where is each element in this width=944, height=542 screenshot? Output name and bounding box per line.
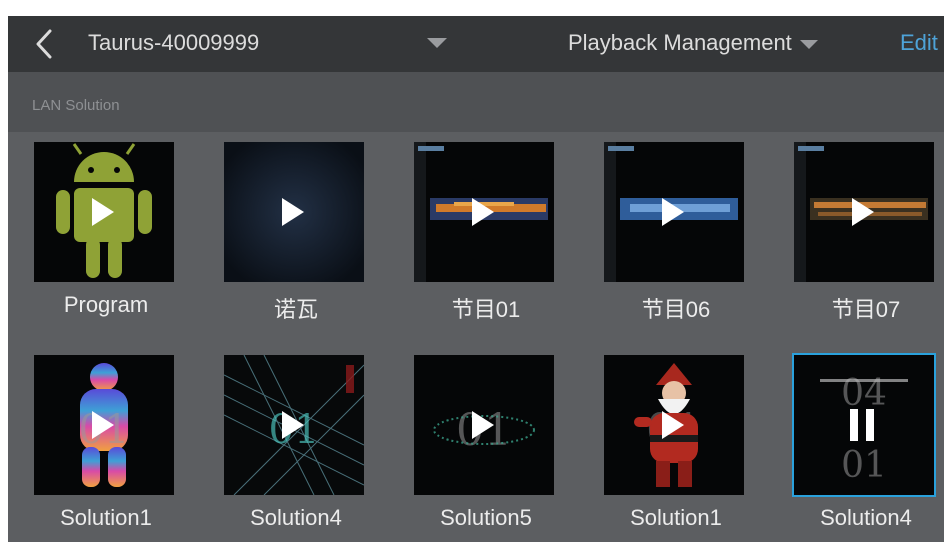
play-icon[interactable] — [852, 198, 874, 226]
program-01-thumbnail[interactable] — [414, 142, 554, 282]
app-window: Taurus-40009999 Playback Management Edit… — [8, 16, 944, 542]
tile-label: Solution1 — [60, 505, 152, 530]
tile-label: 诺瓦 — [273, 297, 318, 322]
section-title: LAN Solution — [32, 97, 120, 114]
pause-icon[interactable] — [850, 409, 876, 441]
device-dropdown-icon[interactable] — [427, 38, 447, 48]
program-thumbnail[interactable] — [34, 142, 174, 282]
play-icon[interactable] — [282, 198, 304, 226]
playback-management-menu[interactable]: Playback Management — [568, 30, 818, 56]
back-button[interactable] — [28, 28, 60, 60]
play-icon[interactable] — [472, 411, 494, 439]
solution1-thumbnail[interactable]: 01 — [34, 355, 174, 495]
program-07-thumbnail[interactable] — [794, 142, 934, 282]
chevron-left-icon — [36, 29, 52, 59]
device-name: Taurus-40009999 — [88, 30, 260, 55]
top-bar: Taurus-40009999 Playback Management Edit — [8, 16, 944, 72]
tile-label: 节目07 — [831, 297, 901, 322]
play-icon[interactable] — [472, 198, 494, 226]
play-icon[interactable] — [282, 411, 304, 439]
tile-label: 节目01 — [451, 297, 521, 322]
play-icon[interactable] — [662, 198, 684, 226]
play-icon[interactable] — [92, 198, 114, 226]
solution4-selected-thumbnail[interactable]: 04 01 — [792, 353, 936, 497]
tile-label: Program — [63, 292, 149, 317]
solution4-thumbnail[interactable]: 01 — [224, 355, 364, 495]
tile-label: Solution4 — [250, 505, 342, 530]
tile-label: Solution1 — [630, 505, 722, 530]
program-06-thumbnail[interactable] — [604, 142, 744, 282]
play-icon[interactable] — [662, 411, 684, 439]
svg-text:01: 01 — [841, 445, 887, 486]
solution1-b-thumbnail[interactable]: 01 — [604, 355, 744, 495]
section-header: LAN Solution — [8, 72, 944, 132]
tile-label: Solution4 — [820, 505, 912, 530]
tile-label: Solution5 — [440, 505, 532, 530]
edit-button[interactable]: Edit — [900, 30, 938, 56]
caret-down-icon — [799, 39, 818, 49]
play-icon[interactable] — [92, 411, 114, 439]
tile-label: 节目06 — [641, 297, 711, 322]
solution5-thumbnail[interactable]: 01 — [414, 355, 554, 495]
nuowa-thumbnail[interactable] — [224, 142, 364, 282]
menu-label: Playback Management — [568, 30, 792, 55]
